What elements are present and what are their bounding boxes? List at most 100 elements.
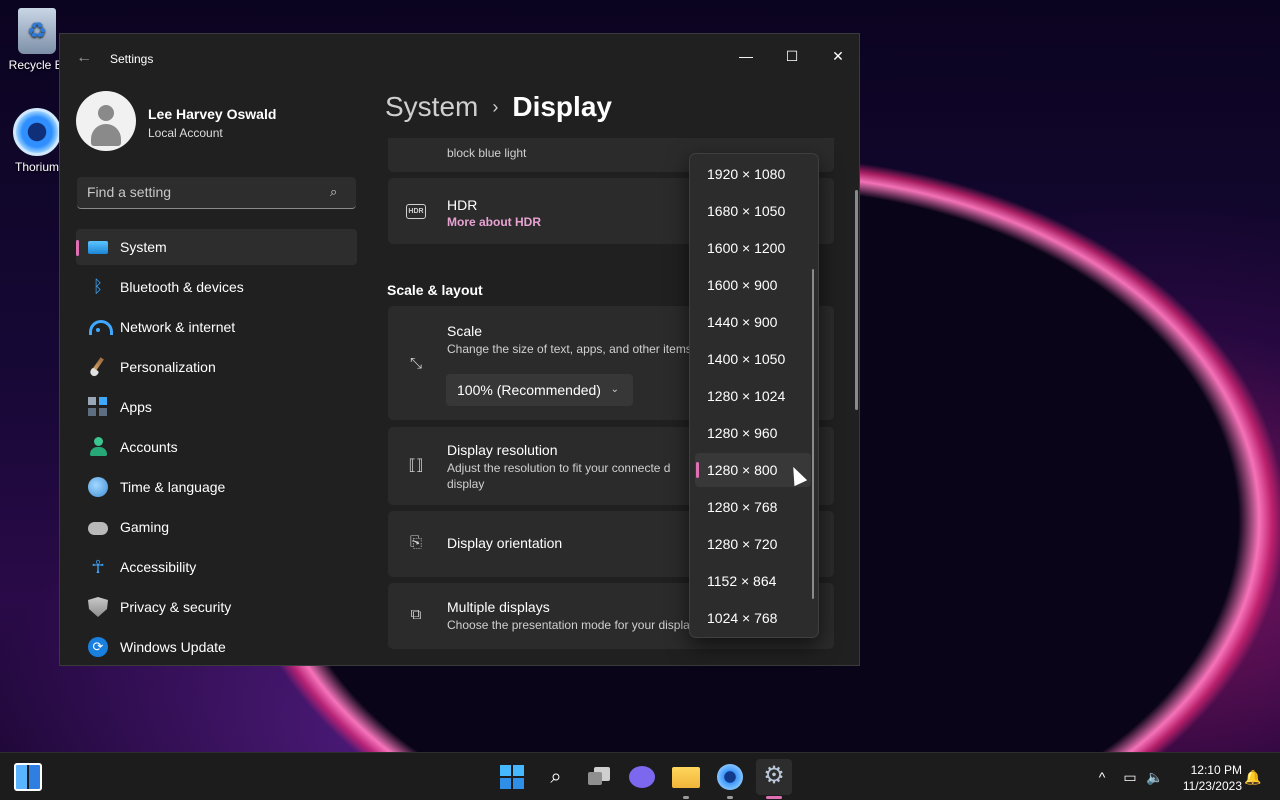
resolution-desc: Adjust the resolution to fit your connec…: [447, 461, 671, 491]
settings-gear-icon[interactable]: [756, 759, 792, 795]
resolution-option[interactable]: 1152 × 864: [695, 564, 811, 598]
taskbar-search-icon[interactable]: [540, 761, 572, 793]
volume-muted-icon[interactable]: 🔈: [1146, 768, 1164, 786]
search-icon[interactable]: ⌕: [330, 185, 344, 199]
sidebar-item-system[interactable]: System: [76, 229, 357, 265]
sidebar-item-label: Time & language: [120, 479, 226, 495]
multiple-displays-title: Multiple displays: [447, 599, 550, 615]
resolution-option[interactable]: 1920 × 1080: [695, 157, 811, 191]
resolution-option[interactable]: 1280 × 768: [695, 490, 811, 524]
sidebar-item-time-language[interactable]: Time & language: [76, 469, 357, 505]
resolution-title: Display resolution: [447, 442, 558, 458]
breadcrumb-parent[interactable]: System: [385, 91, 478, 123]
resolution-option[interactable]: 1400 × 1050: [695, 342, 811, 376]
accounts-icon: [88, 437, 108, 457]
recycle-bin-icon: [18, 8, 56, 54]
resolution-option[interactable]: 1440 × 900: [695, 305, 811, 339]
gamepad-icon: [88, 522, 108, 535]
close-button[interactable]: ✕: [815, 40, 859, 72]
account-type: Local Account: [148, 126, 223, 140]
dropdown-scrollbar[interactable]: [812, 269, 814, 599]
sidebar-item-apps[interactable]: Apps: [76, 389, 357, 425]
system-icon: [88, 241, 108, 254]
breadcrumb: System › Display: [385, 91, 612, 123]
scale-title: Scale: [447, 323, 483, 339]
sidebar-item-label: System: [120, 239, 167, 255]
resolution-option[interactable]: 1600 × 1200: [695, 231, 811, 265]
sidebar-item-label: Windows Update: [120, 639, 226, 655]
back-arrow-icon[interactable]: ←: [76, 48, 96, 68]
start-windows-icon[interactable]: [500, 765, 524, 789]
title-bar[interactable]: ← Settings — ☐ ✕: [60, 34, 859, 82]
clock-date: 11/23/2023: [1182, 779, 1242, 793]
bluetooth-icon: [88, 277, 108, 297]
taskbar: ^ ▭ 🔈 12:10 PM 11/23/2023 🔔: [0, 752, 1280, 800]
minimize-button[interactable]: —: [723, 40, 769, 72]
scale-resize-icon: ⤡: [409, 355, 422, 372]
night-light-desc: block blue light: [447, 146, 527, 160]
system-clock[interactable]: 12:10 PM 11/23/2023: [1170, 762, 1242, 794]
resolution-option[interactable]: 1280 × 960: [695, 416, 811, 450]
sidebar-item-label: Privacy & security: [120, 599, 232, 615]
clock-time: 12:10 PM: [1190, 763, 1242, 777]
task-view-icon[interactable]: [584, 761, 616, 793]
sidebar-nav: System Bluetooth & devices Network & int…: [76, 229, 357, 665]
desktop-icon-label: Recycle Bi: [8, 58, 66, 72]
maximize-button[interactable]: ☐: [769, 40, 815, 72]
chat-icon[interactable]: [626, 761, 658, 793]
chevron-up-icon[interactable]: ^: [1093, 768, 1111, 786]
accessibility-icon: [88, 557, 108, 577]
avatar: [76, 91, 136, 151]
user-name: Lee Harvey Oswald: [148, 106, 277, 122]
active-app-indicator: [766, 796, 782, 799]
breadcrumb-separator-icon: ›: [492, 96, 499, 117]
hdr-icon: HDR: [406, 204, 426, 219]
page-title: Display: [512, 91, 612, 122]
notification-bell-icon[interactable]: 🔔: [1244, 768, 1262, 786]
file-explorer-icon[interactable]: [670, 761, 702, 793]
thorium-browser-icon: [13, 108, 61, 156]
sidebar-item-network[interactable]: Network & internet: [76, 309, 357, 345]
apps-icon: [88, 397, 108, 417]
sidebar-item-windows-update[interactable]: Windows Update: [76, 629, 357, 665]
resolution-icon: ⟦⟧: [408, 457, 424, 474]
orientation-title: Display orientation: [447, 535, 563, 551]
search-input[interactable]: [77, 177, 317, 207]
chevron-down-icon: ⌄: [610, 384, 619, 395]
sidebar-item-label: Network & internet: [120, 319, 236, 335]
hdr-title: HDR: [447, 197, 478, 213]
running-indicator: [683, 796, 689, 799]
globe-clock-icon: [88, 477, 108, 497]
sidebar-item-privacy-security[interactable]: Privacy & security: [76, 589, 357, 625]
sidebar-item-accounts[interactable]: Accounts: [76, 429, 357, 465]
resolution-option[interactable]: 1024 × 768: [695, 601, 811, 635]
widgets-icon[interactable]: [14, 763, 42, 791]
resolution-option[interactable]: 1280 × 720: [695, 527, 811, 561]
window-scrollbar[interactable]: [855, 190, 858, 410]
hdr-link[interactable]: More about HDR: [447, 215, 541, 229]
running-indicator: [727, 796, 733, 799]
sidebar-item-label: Accessibility: [120, 559, 197, 575]
sidebar-item-label: Personalization: [120, 359, 216, 375]
sidebar-item-accessibility[interactable]: Accessibility: [76, 549, 357, 585]
scale-dropdown[interactable]: 100% (Recommended) ⌄: [446, 374, 633, 406]
brush-icon: [88, 357, 108, 377]
search-box: ⌕: [77, 177, 356, 209]
sidebar-item-label: Apps: [120, 399, 152, 415]
resolution-option[interactable]: 1680 × 1050: [695, 194, 811, 228]
resolution-dropdown-list: 1920 × 1080 1680 × 1050 1600 × 1200 1600…: [689, 153, 819, 638]
sidebar-item-bluetooth[interactable]: Bluetooth & devices: [76, 269, 357, 305]
user-profile[interactable]: Lee Harvey Oswald Local Account: [76, 91, 356, 155]
sidebar-item-label: Accounts: [120, 439, 178, 455]
sidebar-item-personalization[interactable]: Personalization: [76, 349, 357, 385]
sidebar-item-label: Bluetooth & devices: [120, 279, 244, 295]
window-title: Settings: [110, 52, 154, 66]
thorium-taskbar-icon[interactable]: [714, 761, 746, 793]
update-icon: [88, 637, 108, 657]
desktop-icon-label: Thorium: [14, 160, 59, 174]
section-heading: Scale & layout: [387, 282, 483, 298]
sidebar-item-gaming[interactable]: Gaming: [76, 509, 357, 545]
resolution-option[interactable]: 1280 × 1024: [695, 379, 811, 413]
resolution-option[interactable]: 1600 × 900: [695, 268, 811, 302]
network-icon[interactable]: ▭: [1121, 768, 1139, 786]
